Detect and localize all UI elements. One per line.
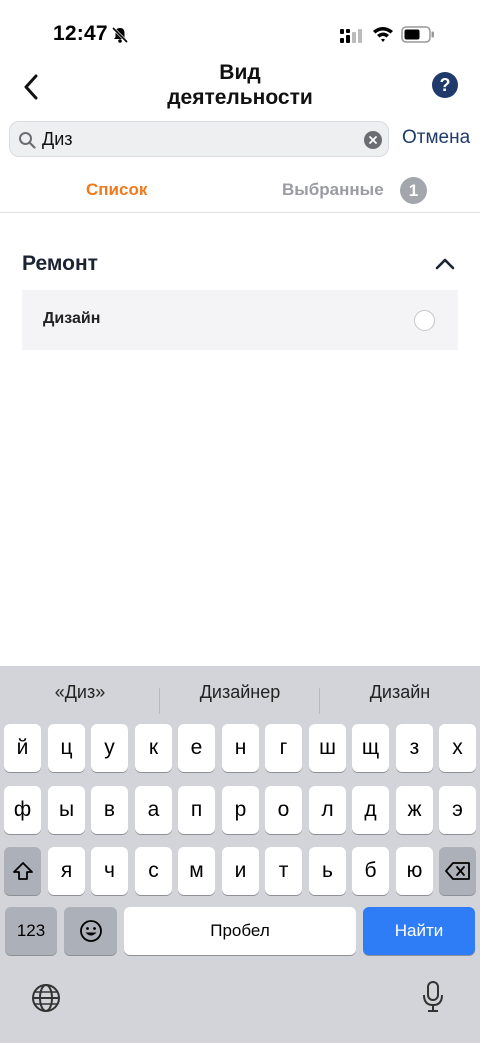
list-item[interactable]: Дизайн xyxy=(22,290,458,350)
battery-icon xyxy=(401,26,434,43)
signal-icon xyxy=(340,29,362,43)
key[interactable]: в xyxy=(91,786,128,834)
key[interactable]: г xyxy=(265,724,302,772)
search-action-key[interactable]: Найти xyxy=(363,907,475,955)
selected-count-badge: 1 xyxy=(400,177,427,204)
status-time: 12:47 xyxy=(53,22,108,45)
shift-icon xyxy=(12,862,33,880)
shift-key[interactable] xyxy=(4,847,41,895)
list-item-label: Дизайн xyxy=(43,310,101,327)
search-input[interactable] xyxy=(42,122,362,156)
key[interactable]: ж xyxy=(396,786,433,834)
suggestion-divider xyxy=(159,688,160,714)
suggestion-divider xyxy=(319,688,320,714)
key[interactable]: ы xyxy=(48,786,85,834)
key[interactable]: к xyxy=(135,724,172,772)
wifi-icon xyxy=(373,27,393,42)
page-title-line1: Вид xyxy=(219,61,261,84)
search-action-label: Найти xyxy=(394,921,444,940)
tab-selected[interactable]: Выбранные xyxy=(282,180,384,200)
key[interactable]: с xyxy=(135,847,172,895)
chevron-up-icon[interactable] xyxy=(433,254,457,274)
key[interactable]: х xyxy=(439,724,476,772)
key[interactable]: р xyxy=(222,786,259,834)
key[interactable]: л xyxy=(309,786,346,834)
suggestion-2[interactable]: Дизайнер xyxy=(170,682,310,703)
numbers-key-label: 123 xyxy=(16,921,46,940)
back-chevron-icon xyxy=(24,74,38,100)
tabs-divider xyxy=(0,212,480,213)
key[interactable]: й xyxy=(4,724,41,772)
key[interactable]: у xyxy=(91,724,128,772)
numbers-key[interactable]: 123 xyxy=(5,907,57,955)
key[interactable]: о xyxy=(265,786,302,834)
search-icon xyxy=(19,132,36,149)
mic-icon[interactable] xyxy=(420,980,446,1014)
search-bar xyxy=(9,121,389,157)
key[interactable]: т xyxy=(265,847,302,895)
section-title: Ремонт xyxy=(22,252,98,275)
key[interactable]: а xyxy=(135,786,172,834)
key[interactable]: э xyxy=(439,786,476,834)
suggestion-quoted[interactable]: «Диз» xyxy=(20,682,140,703)
nav-header: Вид деятельности ? xyxy=(0,60,480,116)
emoji-key[interactable] xyxy=(64,907,117,955)
key[interactable]: ч xyxy=(91,847,128,895)
key[interactable]: д xyxy=(352,786,389,834)
globe-icon[interactable] xyxy=(30,982,62,1014)
key[interactable]: ф xyxy=(4,786,41,834)
backspace-icon xyxy=(444,862,470,880)
key[interactable]: п xyxy=(178,786,215,834)
key[interactable]: щ xyxy=(352,724,389,772)
cancel-button[interactable]: Отмена xyxy=(402,127,470,149)
space-key[interactable]: Пробел xyxy=(124,907,356,955)
key[interactable]: ю xyxy=(396,847,433,895)
page-title: Вид деятельности xyxy=(140,60,340,110)
suggestion-3[interactable]: Дизайн xyxy=(330,682,470,703)
page-title-line2: деятельности xyxy=(167,86,313,109)
status-bar: 12:47 xyxy=(0,0,480,60)
suggestion-bar: «Диз» Дизайнер Дизайн xyxy=(0,674,480,714)
key[interactable]: м xyxy=(178,847,215,895)
bell-off-icon xyxy=(111,26,129,44)
tab-list[interactable]: Список xyxy=(86,180,147,200)
key[interactable]: я xyxy=(48,847,85,895)
key[interactable]: и xyxy=(222,847,259,895)
clear-search-button[interactable] xyxy=(364,131,382,149)
key[interactable]: з xyxy=(396,724,433,772)
back-button[interactable] xyxy=(14,70,48,104)
help-button[interactable]: ? xyxy=(432,72,458,98)
space-key-label: Пробел xyxy=(210,921,270,940)
keyboard: «Диз» Дизайнер Дизайн й ц у к е н г ш щ … xyxy=(0,666,480,1043)
clear-icon xyxy=(369,136,377,144)
emoji-icon xyxy=(79,920,102,942)
key[interactable]: ш xyxy=(309,724,346,772)
key[interactable]: ц xyxy=(48,724,85,772)
key[interactable]: н xyxy=(222,724,259,772)
select-radio[interactable] xyxy=(414,310,435,331)
help-icon: ? xyxy=(439,74,451,95)
backspace-key[interactable] xyxy=(439,847,476,895)
key[interactable]: ь xyxy=(309,847,346,895)
key[interactable]: е xyxy=(178,724,215,772)
key[interactable]: б xyxy=(352,847,389,895)
